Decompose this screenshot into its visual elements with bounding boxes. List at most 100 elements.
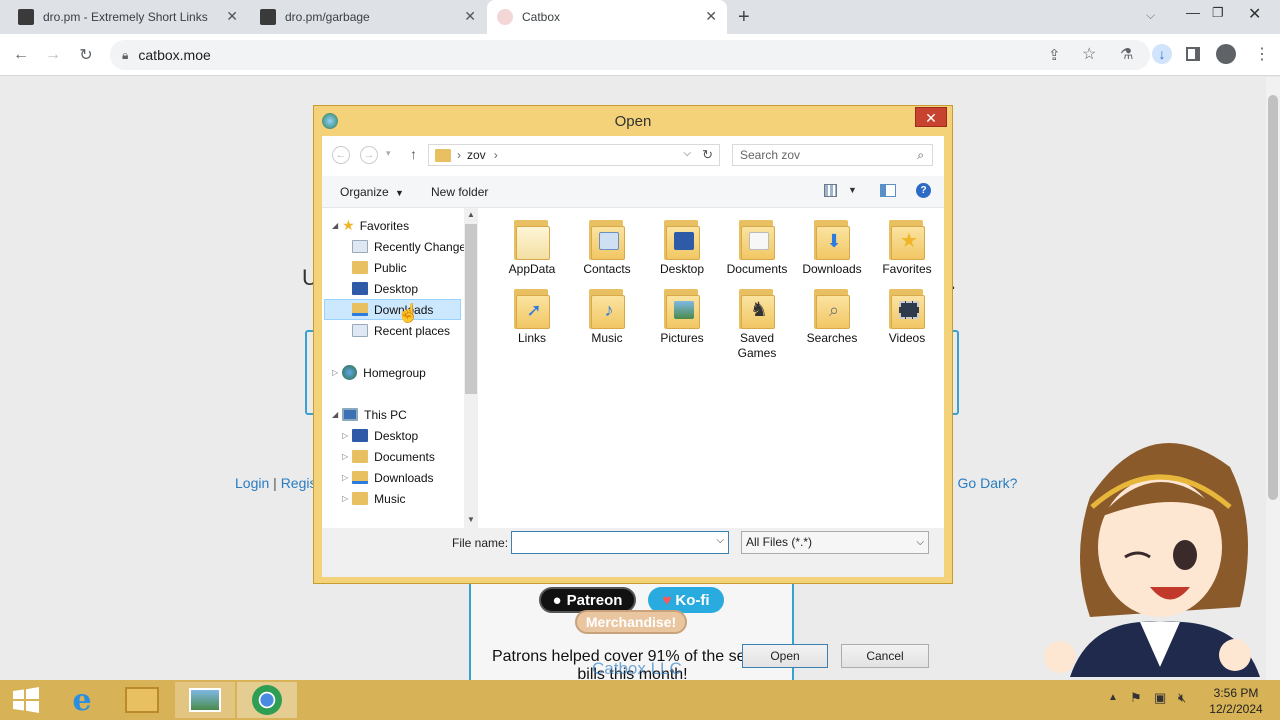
tree-recently-changed[interactable]: Recently Changed (352, 236, 473, 257)
profile-avatar-icon[interactable] (1216, 44, 1236, 64)
tab-close-icon[interactable]: ✕ (464, 8, 476, 25)
action-center-flag-icon[interactable]: ⚑ (1130, 690, 1142, 706)
folder-saved-games[interactable]: ♞ Saved Games (720, 285, 794, 361)
file-name-dropdown-icon[interactable]: ⌵ (716, 535, 724, 546)
folder-desktop[interactable]: Desktop (645, 216, 719, 277)
tree-scroll-thumb[interactable] (465, 224, 477, 394)
tab-garbage[interactable]: dro.pm/garbage ✕ (250, 0, 486, 34)
cancel-button[interactable]: Cancel (841, 644, 929, 668)
taskbar-ie[interactable]: e (52, 682, 112, 718)
search-box[interactable]: Search zov ⌕ (732, 144, 933, 166)
folder-favorites[interactable]: ★ Favorites (870, 216, 944, 277)
address-dropdown-icon[interactable]: ⌵ (683, 148, 691, 159)
catbox-llc-link[interactable]: Catbox LLC (592, 659, 682, 679)
tree-homegroup[interactable]: ▷ Homegroup (332, 362, 426, 383)
taskbar-chrome[interactable] (237, 682, 297, 718)
preview-pane-icon[interactable] (880, 184, 896, 197)
register-link[interactable]: Regis (281, 475, 317, 491)
tree-downloads[interactable]: Downloads (324, 299, 461, 320)
breadcrumb-separator[interactable]: › (457, 148, 461, 162)
dialog-close-button[interactable]: ✕ (915, 107, 947, 127)
folder-music[interactable]: ♪ Music (570, 285, 644, 346)
scroll-down-icon[interactable]: ▼ (467, 515, 475, 524)
scroll-up-icon[interactable]: ▲ (467, 210, 475, 219)
organize-button[interactable]: Organize ▼ (340, 185, 404, 199)
go-dark-link[interactable]: Go Dark? (958, 475, 1018, 491)
tree-pc-documents[interactable]: ▷ Documents (342, 446, 435, 467)
tab-catbox[interactable]: Catbox ✕ (487, 0, 727, 34)
expand-arrow-icon[interactable]: ◢ (332, 221, 338, 230)
expand-arrow-icon[interactable]: ◢ (332, 410, 338, 419)
open-button[interactable]: Open (742, 644, 828, 668)
tree-pc-downloads[interactable]: ▷ Downloads (342, 467, 434, 488)
tree-desktop[interactable]: Desktop (352, 278, 418, 299)
tree-favorites[interactable]: ◢ ★ Favorites (332, 215, 409, 236)
collapse-arrow-icon[interactable]: ▷ (342, 452, 348, 461)
refresh-icon[interactable]: ↻ (702, 147, 713, 163)
tab-close-icon[interactable]: ✕ (705, 8, 717, 25)
file-type-dropdown-icon[interactable]: ⌵ (916, 532, 924, 553)
bookmark-star-icon[interactable]: ☆ (1082, 44, 1096, 64)
folder-links[interactable]: ➚ Links (495, 285, 569, 346)
tree-scrollbar[interactable]: ▲ ▼ (464, 208, 478, 528)
file-name-input[interactable]: ⌵ (511, 531, 729, 554)
tab-search-icon[interactable]: ⌵ (1146, 8, 1155, 23)
merch-button[interactable]: Merchandise! (575, 610, 687, 634)
login-link[interactable]: Login (235, 475, 269, 491)
menu-kebab-icon[interactable]: ⋮ (1254, 44, 1270, 64)
back-arrow-icon[interactable]: ← (332, 146, 350, 164)
tree-pc-music[interactable]: ▷ Music (342, 488, 406, 509)
breadcrumb-folder[interactable]: zov (467, 148, 486, 162)
tree-pc-desktop[interactable]: ▷ Desktop (342, 425, 418, 446)
up-folder-icon[interactable]: ↑ (410, 146, 417, 162)
tree-public[interactable]: Public (352, 257, 407, 278)
network-icon[interactable]: ▣ (1154, 690, 1166, 706)
taskbar-photos[interactable] (175, 682, 235, 718)
patreon-icon: ● (552, 591, 562, 609)
folder-searches[interactable]: ⌕ Searches (795, 285, 869, 346)
restore-icon[interactable]: ❐ (1212, 5, 1224, 21)
navigation-row: ← → ▾ ↑ › zov › ⌵ ↻ Search zov ⌕ (322, 136, 944, 176)
share-icon[interactable]: ⇪ (1048, 46, 1061, 64)
folder-contacts[interactable]: Contacts (570, 216, 644, 277)
download-icon[interactable]: ↓ (1152, 44, 1172, 64)
volume-muted-icon[interactable]: 🔇︎ (1178, 690, 1186, 706)
file-type-select[interactable]: All Files (*.*) ⌵ (741, 531, 929, 554)
tab-title: Catbox (522, 10, 561, 24)
taskbar-explorer[interactable] (112, 682, 172, 718)
reload-icon[interactable]: ↻ (73, 42, 99, 68)
back-icon[interactable]: ← (8, 42, 34, 68)
start-button[interactable] (0, 682, 52, 718)
folder-documents[interactable]: Documents (720, 216, 794, 277)
address-breadcrumb[interactable]: › zov › ⌵ ↻ (428, 144, 720, 166)
forward-icon[interactable]: → (40, 42, 66, 68)
clock[interactable]: 3:56 PM 12/2/2024 (1206, 685, 1266, 717)
tree-this-pc[interactable]: ◢ This PC (332, 404, 407, 425)
breadcrumb-separator[interactable]: › (494, 148, 498, 162)
view-dropdown-icon[interactable]: ▼ (848, 185, 857, 195)
help-icon[interactable]: ? (916, 183, 931, 198)
folder-pictures[interactable]: Pictures (645, 285, 719, 346)
new-folder-button[interactable]: New folder (431, 185, 488, 199)
extension-icon[interactable]: ⚗ (1120, 45, 1133, 63)
collapse-arrow-icon[interactable]: ▷ (342, 494, 348, 503)
address-bar[interactable]: 🔒︎ catbox.moe (110, 40, 1150, 70)
recent-dropdown-icon[interactable]: ▾ (386, 148, 391, 159)
view-options-icon[interactable] (824, 184, 837, 197)
search-icon[interactable]: ⌕ (917, 148, 924, 163)
collapse-arrow-icon[interactable]: ▷ (332, 368, 338, 377)
new-tab-button[interactable]: + (738, 6, 750, 29)
folder-videos[interactable]: Videos (870, 285, 944, 346)
folder-appdata[interactable]: AppData (495, 216, 569, 277)
page-scroll-thumb[interactable] (1268, 95, 1278, 500)
tab-close-icon[interactable]: ✕ (226, 8, 238, 25)
forward-arrow-icon[interactable]: → (360, 146, 378, 164)
collapse-arrow-icon[interactable]: ▷ (342, 473, 348, 482)
tray-expand-icon[interactable]: ▲ (1108, 692, 1118, 703)
folder-downloads[interactable]: ⬇ Downloads (795, 216, 869, 277)
collapse-arrow-icon[interactable]: ▷ (342, 431, 348, 440)
minimize-icon[interactable]: — (1186, 4, 1200, 20)
side-panel-icon[interactable] (1186, 47, 1200, 61)
tab-dro-pm[interactable]: dro.pm - Extremely Short Links ✕ (8, 0, 248, 34)
window-close-icon[interactable]: ✕ (1248, 4, 1261, 24)
